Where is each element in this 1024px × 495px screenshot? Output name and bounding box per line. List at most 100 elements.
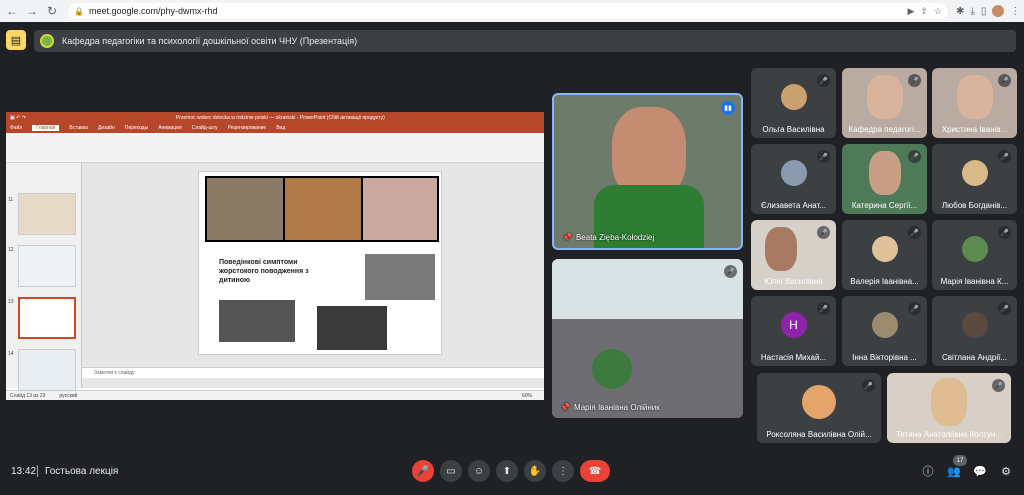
more-options-button[interactable]: ⋮	[552, 460, 574, 482]
participant-video	[592, 349, 632, 389]
participant-tile[interactable]: 🎤 Кафедра педагогі...	[842, 68, 927, 138]
slide-notes[interactable]: Заметки к слайду	[82, 367, 544, 378]
ppt-tab[interactable]: Файл	[10, 125, 22, 131]
thumb-number: 13	[8, 299, 14, 305]
activities-icon[interactable]: ⚙	[998, 463, 1014, 479]
participant-initial-avatar: Н	[780, 312, 807, 339]
participant-name: Настасія Михай...	[760, 353, 827, 362]
slide-thumbnail[interactable]	[18, 193, 76, 235]
emoji-icon: ☺	[473, 465, 485, 477]
participant-tile[interactable]: 🎤 Роксоляна Василівна Олій...	[757, 373, 881, 443]
mic-off-icon: 🎤	[862, 379, 875, 392]
mic-off-icon: 🎤	[908, 74, 921, 87]
banner-title: Кафедра педагогіки та психології дошкіль…	[62, 36, 358, 46]
ppt-tab[interactable]: Вставка	[69, 125, 88, 131]
ppt-tab[interactable]: Дизайн	[98, 125, 115, 131]
back-icon[interactable]: ←	[4, 3, 20, 19]
participant-video	[866, 75, 903, 120]
mic-toggle-button[interactable]: 🎤	[412, 460, 434, 482]
menu-dots-icon[interactable]: ⋮	[1010, 6, 1020, 17]
lock-icon: 🔒	[74, 6, 84, 16]
slide-thumbnail[interactable]	[18, 349, 76, 391]
present-icon: ⬆	[502, 465, 512, 477]
mic-off-icon: 🎤	[908, 150, 921, 163]
participant-tile[interactable]: 🎤 Марія Іванівна К...	[932, 220, 1017, 290]
raise-hand-button[interactable]: ✋	[524, 460, 546, 482]
participant-video	[868, 151, 901, 196]
presentation-icon[interactable]: ▤	[6, 30, 26, 50]
sidepanel-icon[interactable]: ▯	[981, 6, 987, 17]
participant-tile[interactable]: 🎤 Інна Вікторівна ...	[842, 296, 927, 366]
participant-tile[interactable]: 🎤 Ольга Василівна	[751, 68, 836, 138]
ppt-tab[interactable]: Слайд-шоу	[192, 125, 218, 131]
ppt-tab-active[interactable]: Главная	[32, 125, 60, 131]
bookmark-star-icon[interactable]: ☆	[934, 6, 942, 17]
thumb-number: 12	[8, 247, 14, 253]
participant-tile[interactable]: 🎤 Світлана Андрії...	[932, 296, 1017, 366]
hangup-icon: ☎	[588, 465, 602, 477]
status-slide-count: Слайд 13 из 23	[10, 392, 46, 399]
share-icon[interactable]: ⇧	[920, 6, 928, 17]
camera-indicator-icon[interactable]: ▶	[907, 6, 914, 17]
leave-call-button[interactable]: ☎	[580, 460, 610, 482]
participant-name: Юлія Василівна	[764, 277, 823, 286]
people-icon[interactable]: 👥	[946, 463, 962, 479]
participant-tile[interactable]: 🎤 Валерія Іванівна...	[842, 220, 927, 290]
pin-icon[interactable]: 📌	[560, 403, 570, 412]
status-zoom[interactable]: 60%	[522, 393, 544, 399]
meeting-info-icon[interactable]: ⓘ	[920, 463, 936, 479]
participant-tile[interactable]: 🎤 Любов Богданів...	[932, 144, 1017, 214]
more-vert-icon: ⋮	[558, 465, 568, 477]
classroom-tile[interactable]: 🎤 📌 Марія Іванівна Олійник	[552, 259, 743, 418]
speaker-tile[interactable]: ▮▮ 📌 Beata Zięba-Kołodziej	[552, 93, 743, 250]
participant-name: Валерія Іванівна...	[850, 277, 919, 286]
mic-off-icon: 🎤	[817, 226, 830, 239]
pin-icon[interactable]: 📌	[562, 233, 572, 242]
present-screen-button[interactable]: ⬆	[496, 460, 518, 482]
current-slide: Поведінкові симптоми жорстокого поводжен…	[198, 171, 442, 355]
profile-avatar[interactable]	[992, 5, 1005, 17]
slide-thumbnails: 11 12 13 14	[6, 163, 82, 391]
participant-tile[interactable]: 🎤 Катерина Сергії...	[842, 144, 927, 214]
reload-icon[interactable]: ↻	[44, 3, 60, 19]
slide-photo	[207, 178, 283, 240]
ppt-tab[interactable]: Вид	[276, 125, 285, 131]
participant-tile[interactable]: 🎤 Христина Іванів...	[932, 68, 1017, 138]
participant-tile[interactable]: 🎤 Юлія Василівна	[751, 220, 836, 290]
participant-name: Христина Іванів...	[941, 125, 1008, 134]
participant-name: Катерина Сергії...	[851, 201, 918, 210]
forward-icon[interactable]: →	[24, 3, 40, 19]
address-bar[interactable]: 🔒 meet.google.com/phy-dwmx-rhd ▶ ⇧ ☆	[68, 3, 948, 19]
chat-icon[interactable]: 💬	[972, 463, 988, 479]
ppt-workspace: 11 12 13 14 Поведінкові симптоми жорсток…	[6, 163, 544, 391]
ppt-tab[interactable]: Анимация	[158, 125, 181, 131]
ppt-ribbon	[6, 133, 544, 163]
ppt-tab[interactable]: Рецензирование	[228, 125, 267, 131]
participant-name: Марія Іванівна Олійник	[573, 403, 660, 412]
camera-icon: ▭	[446, 465, 456, 477]
participant-avatar	[871, 312, 898, 339]
participant-tile[interactable]: Н 🎤 Настасія Михай...	[751, 296, 836, 366]
extensions-icon[interactable]: ✱	[956, 6, 964, 17]
meeting-controls-bar: 13:42 Гостьова лекція 🎤 ▭ ☺ ⬆ ✋ ⋮ ☎ ⓘ 17…	[0, 455, 1024, 489]
participant-tile[interactable]: 🎤 Єлизавета Анат...	[751, 144, 836, 214]
participant-avatar	[780, 84, 807, 111]
thumb-number: 14	[8, 351, 14, 357]
slide-thumbnail[interactable]	[18, 245, 76, 287]
ppt-tab[interactable]: Переходы	[125, 125, 148, 131]
mic-off-icon: 🎤	[817, 302, 830, 315]
participant-avatar	[961, 160, 988, 187]
participant-video	[931, 378, 967, 427]
mic-off-icon: 🎤	[416, 465, 430, 477]
mic-off-icon: 🎤	[817, 74, 830, 87]
slide-photo	[365, 254, 435, 300]
participant-avatar	[961, 312, 988, 339]
mic-off-icon: 🎤	[998, 150, 1011, 163]
download-icon[interactable]: ⤓	[970, 6, 974, 17]
participant-tile[interactable]: 🎤 Тетяна Анатоліївна Колтун...	[887, 373, 1011, 443]
participant-name: Роксоляна Василівна Олій...	[766, 430, 872, 439]
camera-toggle-button[interactable]: ▭	[440, 460, 462, 482]
reactions-button[interactable]: ☺	[468, 460, 490, 482]
slide-thumbnail-selected[interactable]	[18, 297, 76, 339]
meeting-time: 13:42	[11, 466, 37, 477]
